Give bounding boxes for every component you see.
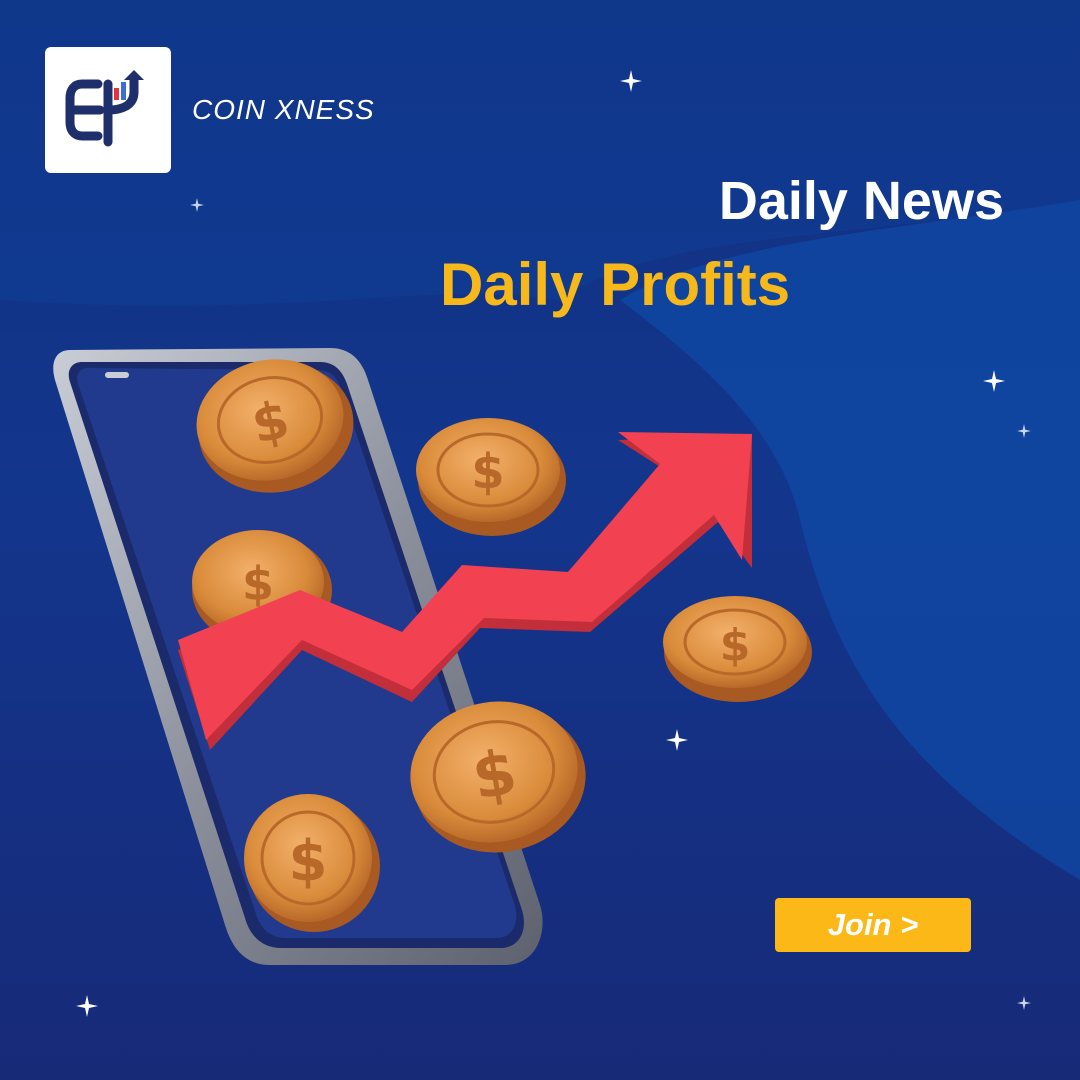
sparkle-icon (666, 729, 688, 751)
sparkle-icon (620, 70, 642, 92)
dollar-coin-icon: $ (416, 418, 566, 536)
svg-text:$: $ (720, 620, 751, 671)
sparkle-icon (76, 995, 98, 1017)
dollar-coin-icon: $ (663, 596, 812, 702)
sparkle-icon (983, 370, 1005, 392)
sparkle-icon (190, 198, 204, 212)
sparkle-icon (1017, 424, 1031, 438)
join-button[interactable]: Join > (775, 898, 971, 952)
svg-text:$: $ (471, 444, 504, 500)
svg-text:$: $ (289, 829, 328, 894)
sparkle-icon (1017, 996, 1031, 1010)
